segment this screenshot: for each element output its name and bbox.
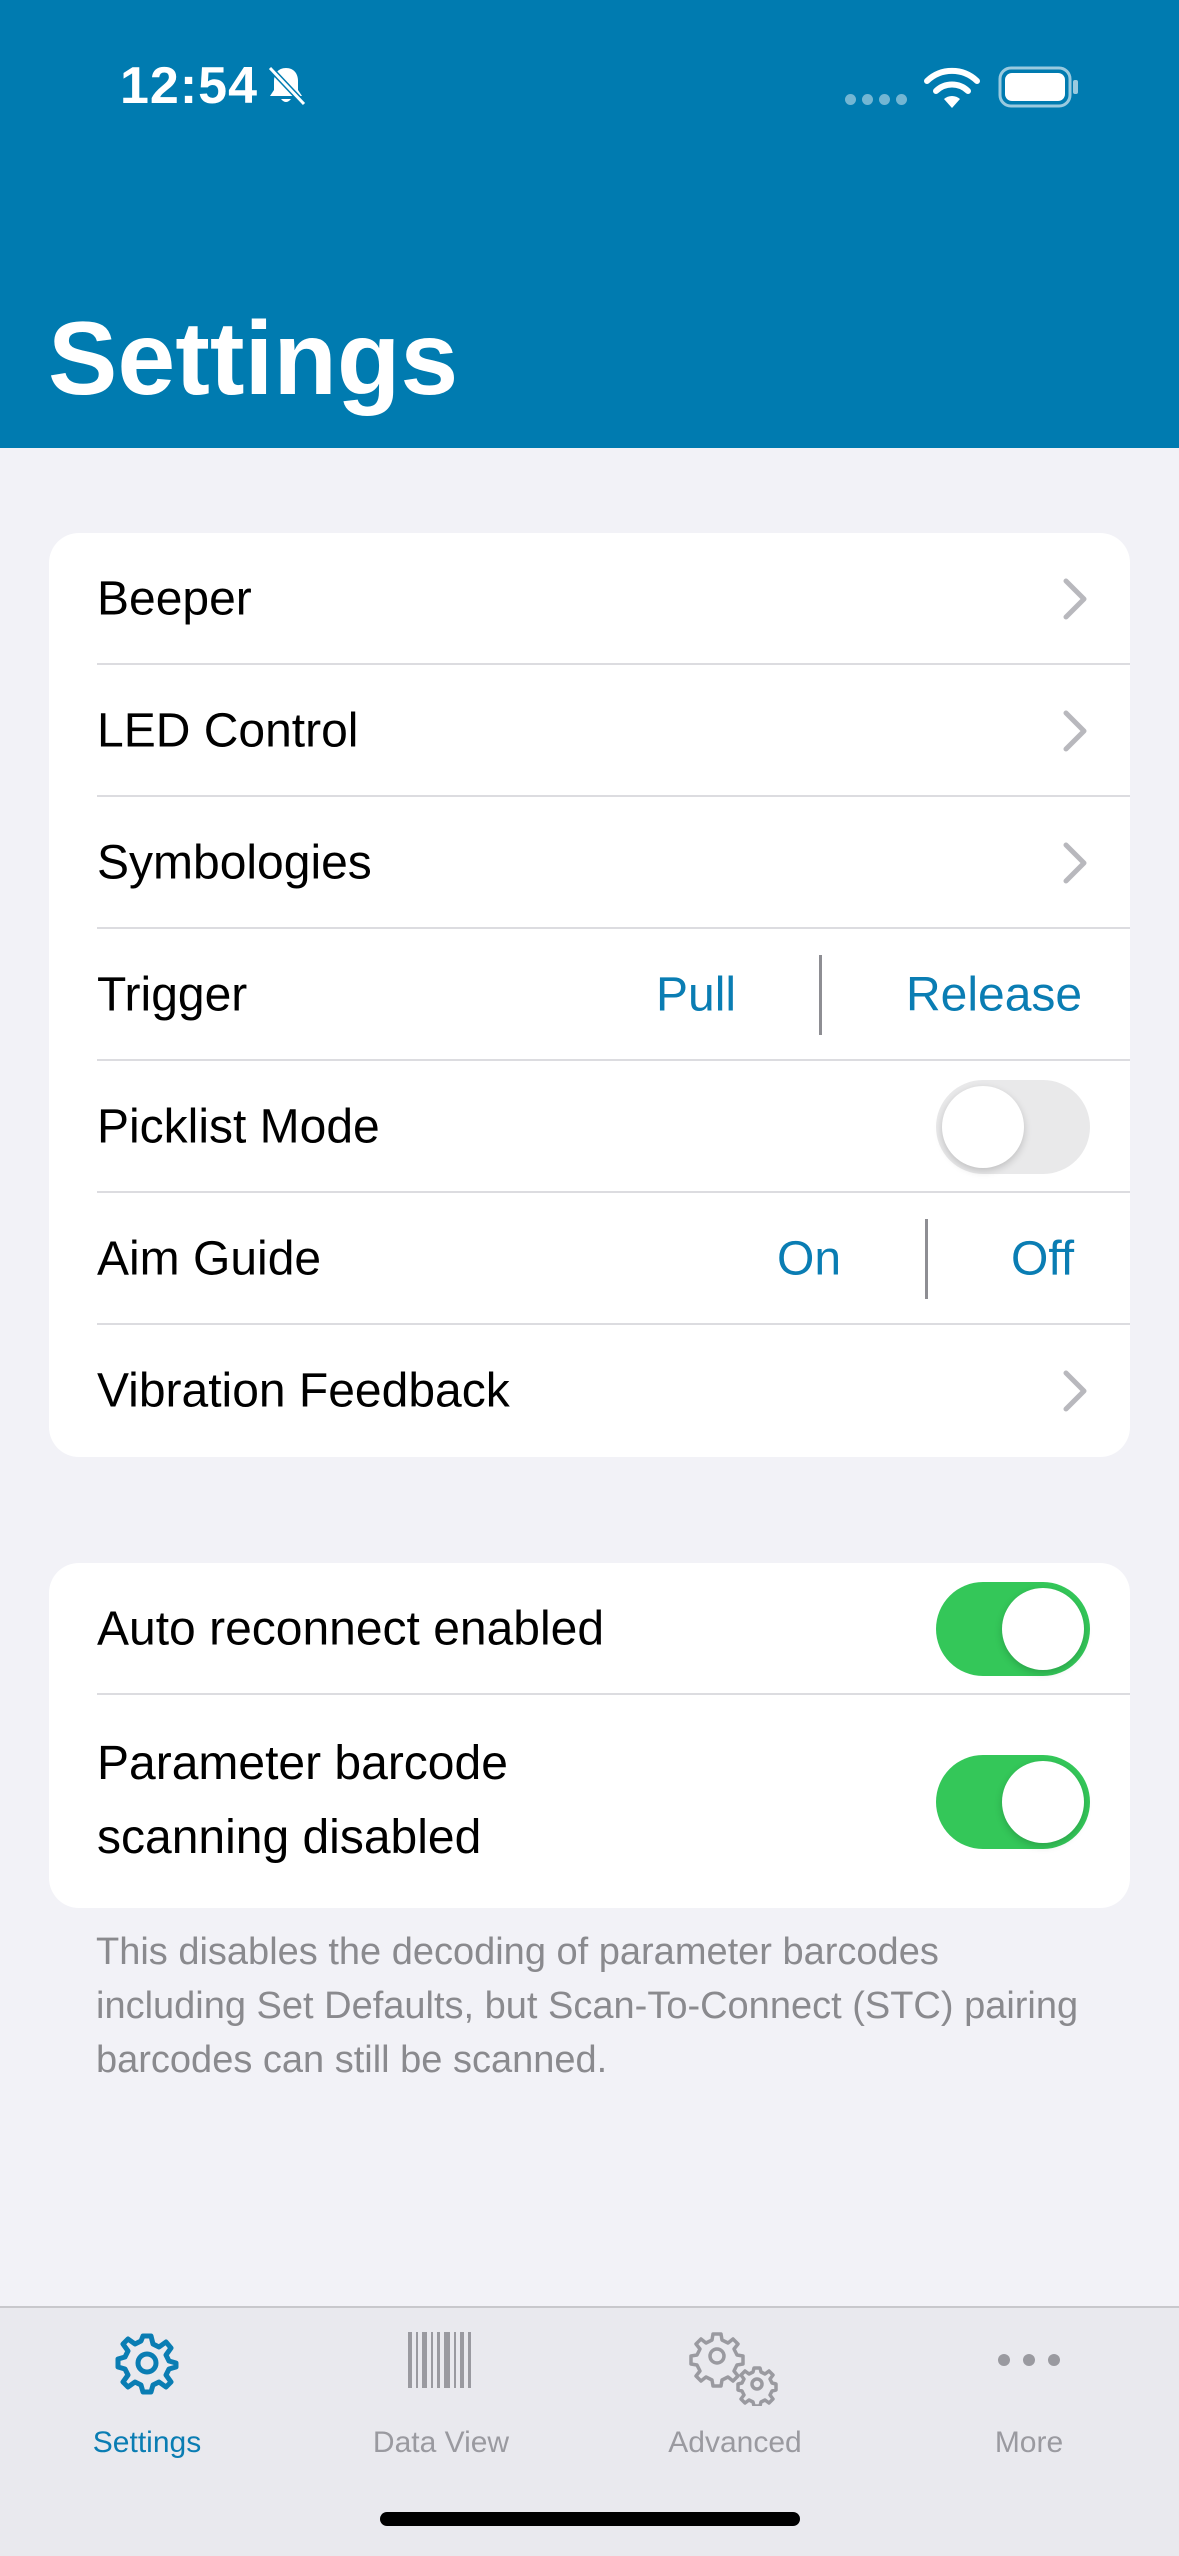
aim-guide-row: Aim Guide On Off	[49, 1193, 1130, 1325]
tab-advanced-label: Advanced	[668, 2426, 802, 2459]
trigger-release-option[interactable]: Release	[906, 968, 1082, 1023]
beeper-label: Beeper	[97, 572, 252, 626]
parameter-barcode-label-line2: scanning disabled	[97, 1811, 482, 1864]
battery-icon	[998, 66, 1078, 108]
led-control-row[interactable]: LED Control	[49, 665, 1130, 797]
tab-settings[interactable]: Settings	[0, 2308, 294, 2508]
home-indicator[interactable]	[380, 2512, 800, 2526]
gear-icon	[115, 2333, 179, 2395]
aim-guide-on-option[interactable]: On	[777, 1232, 841, 1287]
segment-divider	[925, 1219, 928, 1299]
wifi-icon	[924, 67, 980, 108]
chevron-right-icon	[1063, 842, 1087, 884]
gears-icon	[689, 2332, 778, 2406]
auto-reconnect-row: Auto reconnect enabled	[49, 1563, 1130, 1695]
led-control-label: LED Control	[97, 704, 359, 758]
ellipsis-icon	[998, 2354, 1060, 2366]
vibration-feedback-label: Vibration Feedback	[97, 1364, 510, 1418]
trigger-row: Trigger Pull Release	[49, 929, 1130, 1061]
barcode-icon	[408, 2332, 471, 2388]
parameter-barcode-toggle[interactable]	[936, 1754, 1090, 1849]
tab-data-view-label: Data View	[372, 2426, 510, 2459]
vibration-feedback-row[interactable]: Vibration Feedback	[49, 1325, 1130, 1457]
bell-slash-icon	[267, 65, 307, 107]
trigger-pull-option[interactable]: Pull	[656, 968, 736, 1023]
auto-reconnect-toggle[interactable]	[936, 1582, 1090, 1676]
tab-more-label: More	[994, 2426, 1064, 2459]
page-title: Settings	[48, 301, 459, 417]
auto-reconnect-label: Auto reconnect enabled	[97, 1602, 605, 1656]
settings-group-scanner: Beeper LED Control Symbologies Trigger P…	[49, 533, 1130, 1457]
chevron-right-icon	[1063, 710, 1087, 752]
status-time: 12:54	[120, 57, 258, 115]
parameter-barcode-label-line1: Parameter barcode	[97, 1737, 508, 1790]
aim-guide-label: Aim Guide	[97, 1232, 322, 1286]
picklist-mode-row: Picklist Mode	[49, 1061, 1130, 1193]
header-bar: 12:54 Settings	[0, 0, 1179, 448]
beeper-row[interactable]: Beeper	[49, 533, 1130, 665]
settings-group-connection: Auto reconnect enabled Parameter barcode…	[49, 1563, 1130, 1908]
aim-guide-off-option[interactable]: Off	[1011, 1232, 1074, 1287]
tab-settings-label: Settings	[92, 2426, 202, 2459]
segment-divider	[819, 955, 822, 1035]
cellular-signal-icon	[845, 94, 907, 105]
picklist-mode-toggle[interactable]	[936, 1080, 1090, 1174]
trigger-label: Trigger	[97, 968, 248, 1022]
tab-advanced[interactable]: Advanced	[588, 2308, 882, 2508]
parameter-barcode-row: Parameter barcode scanning disabled	[49, 1695, 1130, 1908]
parameter-barcode-footnote: This disables the decoding of parameter …	[96, 1931, 1079, 2081]
symbologies-label: Symbologies	[97, 836, 372, 890]
tab-data-view[interactable]: Data View	[294, 2308, 588, 2508]
picklist-mode-label: Picklist Mode	[97, 1100, 380, 1154]
chevron-right-icon	[1063, 578, 1087, 620]
chevron-right-icon	[1063, 1370, 1087, 1412]
symbologies-row[interactable]: Symbologies	[49, 797, 1130, 929]
tab-more[interactable]: More	[882, 2308, 1176, 2508]
